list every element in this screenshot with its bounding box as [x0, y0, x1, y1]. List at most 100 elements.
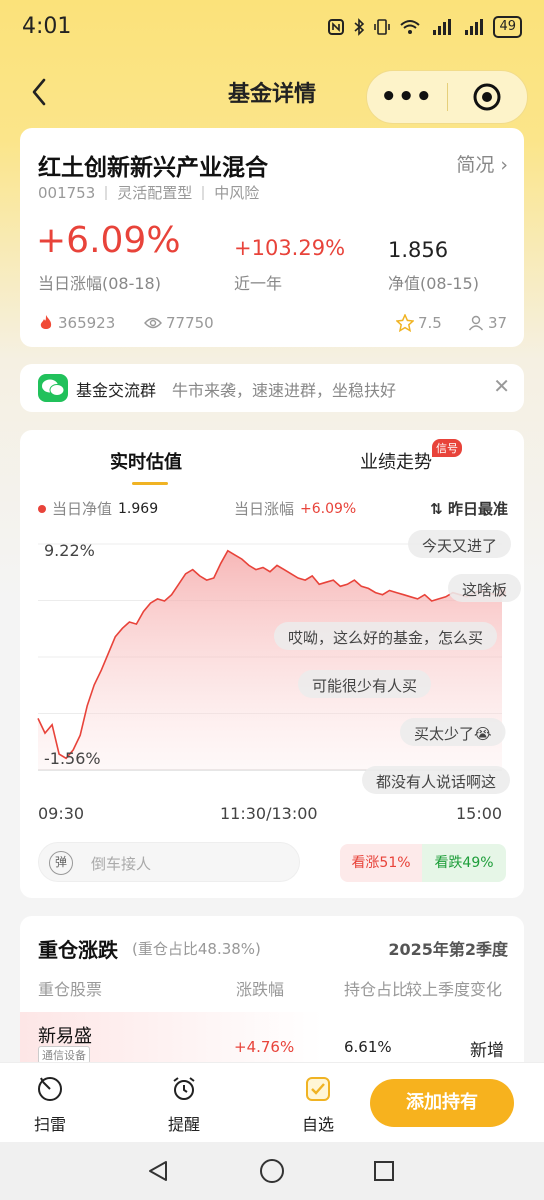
tab-realtime-valuation[interactable]: 实时估值 [110, 448, 182, 474]
group-subtitle: 牛市来袭，速速进群，坐稳扶好 [172, 381, 397, 400]
more-menu-icon[interactable]: ••• [367, 82, 447, 112]
back-triangle-icon[interactable] [146, 1159, 170, 1183]
close-miniprogram-button[interactable] [448, 82, 528, 112]
brief-label: 简况 [456, 154, 495, 176]
followers-count: 37 [488, 314, 508, 332]
danmaku-bullet: 都没有人说话啊这 [362, 766, 511, 794]
x-tick-label: 15:00 [456, 804, 503, 823]
x-tick-label: 11:30/13:00 [220, 804, 318, 823]
wifi-icon [400, 20, 421, 34]
y-tick-label: -1.56% [44, 749, 101, 768]
target-icon [473, 83, 501, 111]
holdings-quarter-selector[interactable]: 2025年第2季度 [388, 936, 508, 960]
user-icon [468, 315, 484, 331]
signal-badge: 信号 [432, 439, 462, 457]
navbar: 基金详情 ••• [0, 64, 544, 124]
legend-nav-label: 当日净值 [52, 500, 113, 518]
reminder-button[interactable]: 提醒 [154, 1075, 214, 1135]
legend-nav: 当日净值 1.969 [38, 498, 158, 519]
heat-count: 365923 [58, 314, 116, 332]
fire-icon [40, 315, 52, 329]
reminder-label: 提醒 [167, 1115, 200, 1134]
danmaku-text: 买太少了😭 [414, 725, 492, 743]
daily-change-value: +6.09% [36, 220, 181, 261]
intraday-chart[interactable]: 9.22% -1.56% 今天又进了这啥板哎呦，这么好的基金，怎么买可能很少有人买买… [20, 526, 524, 802]
fund-meta: 001753 灵活配置型 中风险 [38, 182, 259, 203]
followers-stat: 37 [468, 314, 507, 332]
year-change-label: 近一年 [234, 274, 283, 293]
danmaku-toggle-icon[interactable]: 弹 [49, 851, 73, 875]
vibrate-icon [374, 19, 391, 35]
holdings-title: 重仓涨跌 [38, 938, 118, 962]
eye-icon [144, 317, 162, 329]
watchlist-button[interactable]: 自选 [288, 1075, 348, 1135]
home-circle-icon[interactable] [259, 1158, 285, 1184]
sort-icon: ⇅ [430, 500, 443, 518]
signal-4g-icon [433, 19, 452, 35]
status-time: 4:01 [22, 14, 72, 39]
views-stat: 77750 [144, 314, 214, 332]
danmaku-placeholder: 倒车接人 [91, 855, 152, 873]
danmaku-text: 这啥板 [462, 581, 507, 599]
fund-name: 红土创新新兴产业混合 [38, 155, 268, 181]
bearish-button[interactable]: 看跌49% [422, 844, 506, 882]
rating-value: 7.5 [418, 314, 442, 332]
alarm-clock-icon [173, 1077, 195, 1100]
danmaku-text: 哎呦，这么好的基金，怎么买 [288, 629, 483, 647]
column-header: 涨跌幅 [236, 980, 285, 999]
fund-code: 001753 [38, 183, 96, 202]
battery-indicator: 49 [493, 16, 522, 38]
nfc-icon [328, 19, 345, 35]
miniprogram-capsule: ••• [366, 70, 528, 124]
meta-divider [202, 185, 205, 200]
group-title: 基金交流群 [76, 381, 157, 400]
year-change-value: +103.29% [234, 236, 346, 260]
active-tab-indicator [132, 482, 168, 485]
legend-nav-value: 1.969 [118, 500, 159, 517]
danmaku-text: 都没有人说话啊这 [376, 773, 496, 791]
add-holding-button[interactable]: 添加持有 [370, 1079, 514, 1127]
stock-change: +4.76% [234, 1038, 295, 1056]
rating-stat[interactable]: 7.5 [396, 314, 442, 332]
signal-4g-icon [465, 19, 484, 35]
danmaku-bullet: 哎呦，这么好的基金，怎么买 [274, 622, 498, 650]
bottom-action-bar: 扫雷 提醒 自选 添加持有 [0, 1062, 544, 1142]
fund-brief-link[interactable]: 简况 › [456, 150, 508, 177]
column-header: 持仓占比 [344, 980, 409, 999]
status-bar: 4:01 49 [0, 0, 544, 56]
chevron-right-icon: › [500, 154, 508, 176]
top-holdings-card: 重仓涨跌 (重仓占比48.38%) 2025年第2季度 重仓股票 涨跌幅 持仓占… [20, 916, 524, 1076]
sort-label: 昨日最准 [447, 500, 508, 518]
danmaku-input[interactable]: 弹 倒车接人 [38, 842, 300, 882]
fund-summary-card: 红土创新新兴产业混合 简况 › 001753 灵活配置型 中风险 +6.09% … [20, 128, 524, 347]
bluetooth-icon [354, 18, 365, 36]
minesweep-button[interactable]: 扫雷 [20, 1075, 80, 1135]
legend-dot [38, 504, 46, 513]
danmaku-bullet: 今天又进了 [408, 530, 512, 558]
checkbox-icon [306, 1077, 330, 1101]
nav-label: 净值(08-15) [388, 274, 479, 293]
fund-type: 灵活配置型 [117, 184, 193, 202]
bullish-button[interactable]: 看涨51% [340, 844, 422, 882]
recents-square-icon[interactable] [373, 1160, 395, 1182]
system-navigation-bar [0, 1142, 544, 1200]
stock-name: 新易盛 [38, 1026, 92, 1047]
holdings-ratio: (重仓占比48.38%) [132, 940, 261, 958]
fund-risk: 中风险 [214, 184, 260, 202]
group-chat-banner[interactable]: 基金交流群 牛市来袭，速速进群，坐稳扶好 ✕ [20, 364, 524, 412]
stock-weight: 6.61% [344, 1038, 392, 1056]
tab-performance[interactable]: 业绩走势 [360, 448, 432, 474]
close-icon[interactable]: ✕ [493, 374, 510, 398]
views-count: 77750 [166, 314, 214, 332]
danmaku-text: 今天又进了 [422, 537, 497, 555]
radar-icon [38, 1077, 62, 1101]
watchlist-label: 自选 [301, 1115, 334, 1134]
heat-stat: 365923 [38, 314, 115, 332]
sort-toggle[interactable]: ⇅ 昨日最准 [430, 498, 508, 519]
legend-change-label: 当日涨幅 [234, 500, 295, 518]
legend-change: 当日涨幅 +6.09% [234, 498, 356, 519]
column-header: 重仓股票 [38, 980, 103, 999]
legend-change-value: +6.09% [300, 500, 357, 517]
x-tick-label: 09:30 [38, 804, 85, 823]
stock-delta: 新增 [470, 1041, 504, 1061]
